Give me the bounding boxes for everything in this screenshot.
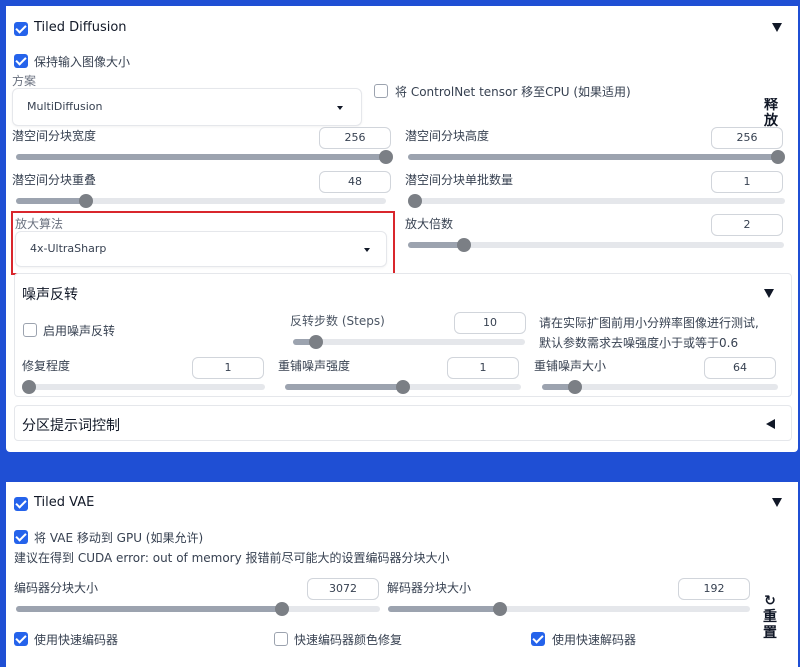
note-line-2: 默认参数需求去噪强度小于或等于0.6 bbox=[539, 336, 739, 350]
tile-height-input[interactable]: 256 bbox=[711, 127, 783, 149]
overlap-input[interactable]: 48 bbox=[319, 171, 391, 193]
refresh-icon: ↻ bbox=[764, 593, 776, 609]
renoise-size-input[interactable]: 64 bbox=[704, 357, 776, 379]
fast-color-fix-checkbox[interactable] bbox=[274, 632, 288, 646]
slider-thumb[interactable] bbox=[457, 238, 472, 252]
noise-inversion-title: 噪声反转 bbox=[22, 287, 78, 303]
tiled-diffusion-title: Tiled Diffusion bbox=[34, 20, 127, 35]
slider-fill bbox=[408, 154, 778, 160]
slider-fill bbox=[408, 242, 465, 248]
release-char-1: 释 bbox=[764, 98, 778, 113]
vae-hint-text: 建议在得到 CUDA error: out of memory 报错前尽可能大的… bbox=[14, 551, 450, 565]
retouch-label: 修复程度 bbox=[22, 359, 71, 373]
noise-inversion-enable-label: 启用噪声反转 bbox=[43, 324, 116, 338]
noise-inversion-section: 噪声反转 启用噪声反转 反转步数 (Steps) 10 请在实际扩图前用小分辨率… bbox=[14, 273, 792, 397]
note-line-1: 请在实际扩图前用小分辨率图像进行测试, bbox=[539, 316, 759, 330]
slider-thumb[interactable] bbox=[771, 150, 785, 164]
slider-thumb[interactable] bbox=[79, 194, 94, 208]
decoder-tile-slider[interactable] bbox=[388, 602, 750, 616]
encoder-tile-label: 编码器分块大小 bbox=[14, 581, 99, 595]
batch-label: 潜空间分块单批数量 bbox=[405, 173, 514, 187]
encoder-tile-input[interactable]: 3072 bbox=[307, 578, 379, 600]
tile-width-label: 潜空间分块宽度 bbox=[12, 129, 97, 143]
collapse-triangle-icon[interactable] bbox=[764, 289, 774, 298]
renoise-strength-slider[interactable] bbox=[285, 380, 521, 394]
slider-thumb[interactable] bbox=[408, 194, 422, 208]
reset-button[interactable]: ↻ 重 置 bbox=[758, 594, 782, 646]
scale-input[interactable]: 2 bbox=[711, 214, 783, 236]
retouch-slider[interactable] bbox=[22, 380, 265, 394]
move-vae-gpu-checkbox[interactable] bbox=[14, 530, 28, 544]
region-prompt-section[interactable]: 分区提示词控制 bbox=[14, 405, 792, 441]
tiled-diffusion-panel: Tiled Diffusion 保持输入图像大小 方案 MultiDiffusi… bbox=[6, 6, 798, 452]
slider-thumb[interactable] bbox=[493, 602, 508, 616]
slider-fill bbox=[285, 384, 403, 390]
encoder-tile-slider[interactable] bbox=[16, 602, 380, 616]
upscaler-dropdown[interactable]: 4x-UltraSharp bbox=[15, 231, 387, 267]
upscaler-label: 放大算法 bbox=[15, 217, 64, 231]
fast-encoder-label: 使用快速编码器 bbox=[34, 633, 119, 647]
inversion-steps-slider[interactable] bbox=[293, 335, 525, 349]
overlap-slider[interactable] bbox=[16, 194, 386, 208]
renoise-strength-label: 重铺噪声强度 bbox=[278, 359, 351, 373]
tiled-vae-panel: Tiled VAE 将 VAE 移动到 GPU (如果允许) 建议在得到 CUD… bbox=[6, 482, 798, 667]
overlap-label: 潜空间分块重叠 bbox=[12, 173, 97, 187]
chevron-down-icon bbox=[337, 106, 343, 110]
batch-slider[interactable] bbox=[408, 194, 785, 208]
controlnet-cpu-checkbox[interactable] bbox=[374, 84, 388, 98]
fast-color-fix-label: 快速编码器颜色修复 bbox=[294, 633, 403, 647]
batch-input[interactable]: 1 bbox=[711, 171, 783, 193]
tile-width-input[interactable]: 256 bbox=[319, 127, 391, 149]
fast-encoder-checkbox[interactable] bbox=[14, 632, 28, 646]
tile-width-slider[interactable] bbox=[16, 150, 393, 164]
reset-char-2: 置 bbox=[763, 625, 777, 641]
slider-track bbox=[415, 198, 785, 204]
slider-track bbox=[29, 384, 265, 390]
keep-size-label: 保持输入图像大小 bbox=[34, 55, 131, 69]
scale-label: 放大倍数 bbox=[405, 217, 454, 231]
renoise-strength-input[interactable]: 1 bbox=[447, 357, 519, 379]
slider-fill bbox=[16, 198, 87, 204]
fast-decoder-checkbox[interactable] bbox=[531, 632, 545, 646]
renoise-size-slider[interactable] bbox=[542, 380, 778, 394]
tile-height-slider[interactable] bbox=[408, 150, 785, 164]
slider-thumb[interactable] bbox=[274, 602, 289, 616]
scale-slider[interactable] bbox=[408, 238, 784, 252]
keep-size-checkbox[interactable] bbox=[14, 54, 28, 68]
method-dropdown[interactable]: MultiDiffusion bbox=[12, 88, 362, 126]
slider-thumb[interactable] bbox=[379, 150, 393, 164]
tiled-diffusion-enable-checkbox[interactable] bbox=[14, 22, 28, 36]
fast-decoder-label: 使用快速解码器 bbox=[552, 633, 637, 647]
noise-inversion-enable-checkbox[interactable] bbox=[23, 323, 37, 337]
chevron-down-icon bbox=[364, 248, 370, 252]
method-label: 方案 bbox=[12, 74, 37, 88]
inversion-steps-label: 反转步数 (Steps) bbox=[290, 314, 385, 328]
tiled-vae-enable-checkbox[interactable] bbox=[14, 497, 28, 511]
slider-thumb[interactable] bbox=[396, 380, 410, 394]
expand-triangle-icon[interactable] bbox=[766, 419, 775, 429]
collapse-triangle-icon[interactable] bbox=[772, 498, 782, 507]
retouch-input[interactable]: 1 bbox=[192, 357, 264, 379]
slider-thumb[interactable] bbox=[309, 335, 324, 349]
upscaler-value: 4x-UltraSharp bbox=[30, 242, 107, 255]
move-vae-gpu-label: 将 VAE 移动到 GPU (如果允许) bbox=[34, 531, 204, 545]
decoder-tile-input[interactable]: 192 bbox=[678, 578, 750, 600]
method-value: MultiDiffusion bbox=[27, 100, 103, 113]
slider-track bbox=[293, 339, 525, 345]
decoder-tile-label: 解码器分块大小 bbox=[387, 581, 472, 595]
renoise-size-label: 重铺噪声大小 bbox=[534, 359, 607, 373]
inversion-steps-input[interactable]: 10 bbox=[454, 312, 526, 334]
tile-height-label: 潜空间分块高度 bbox=[405, 129, 490, 143]
slider-fill bbox=[16, 606, 282, 612]
collapse-triangle-icon[interactable] bbox=[772, 23, 782, 32]
controlnet-cpu-label: 将 ControlNet tensor 移至CPU (如果适用) bbox=[395, 85, 631, 99]
slider-fill bbox=[16, 154, 386, 160]
slider-thumb[interactable] bbox=[568, 380, 583, 394]
tiled-vae-title: Tiled VAE bbox=[34, 495, 95, 510]
region-prompt-title: 分区提示词控制 bbox=[22, 418, 120, 434]
slider-thumb[interactable] bbox=[22, 380, 36, 394]
reset-char-1: 重 bbox=[763, 609, 777, 625]
slider-fill bbox=[388, 606, 501, 612]
